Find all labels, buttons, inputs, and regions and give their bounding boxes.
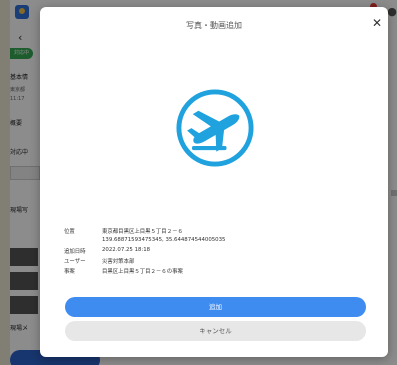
add-media-dialog: 写真・動画追加 ✕ 位置 東京都目黒区上目黒５丁目２－６ 139.6887159… [40,7,388,357]
info-row-incident: 事案 目黒区上目黒５丁目２－６の事案 [64,267,374,277]
info-value: 災害対策本部 [102,259,135,265]
info-row-location: 位置 東京都目黒区上目黒５丁目２－６ [64,227,374,237]
page: ◔ ✎ ● ‹ 対応中 基本情 東京都 11:17 概要 対応中 現場写 現場メ… [0,0,397,365]
info-value: 139.68871593475345, 35.644874544005035 [102,237,226,243]
info-key: 事案 [64,269,75,275]
info-row-coordinates: 139.68871593475345, 35.644874544005035 [64,237,374,247]
airplane-takeoff-icon [176,89,254,167]
close-icon[interactable]: ✕ [370,16,384,30]
info-value: 2022.07.25 18:18 [102,247,151,253]
info-key: 追加日時 [64,249,86,255]
info-value: 目黒区上目黒５丁目２－６の事案 [102,269,183,275]
info-row-added-datetime: 追加日時 2022.07.25 18:18 [64,247,374,257]
info-key: 位置 [64,229,75,235]
info-row-user: ユーザー 災害対策本部 [64,257,374,267]
cancel-button[interactable]: キャンセル [65,321,366,341]
dialog-title: 写真・動画追加 [186,21,242,30]
add-button[interactable]: 追加 [65,297,366,317]
info-value: 東京都目黒区上目黒５丁目２－６ [102,229,183,235]
info-key: ユーザー [64,259,86,265]
media-info-table: 位置 東京都目黒区上目黒５丁目２－６ 139.68871593475345, 3… [64,227,374,277]
